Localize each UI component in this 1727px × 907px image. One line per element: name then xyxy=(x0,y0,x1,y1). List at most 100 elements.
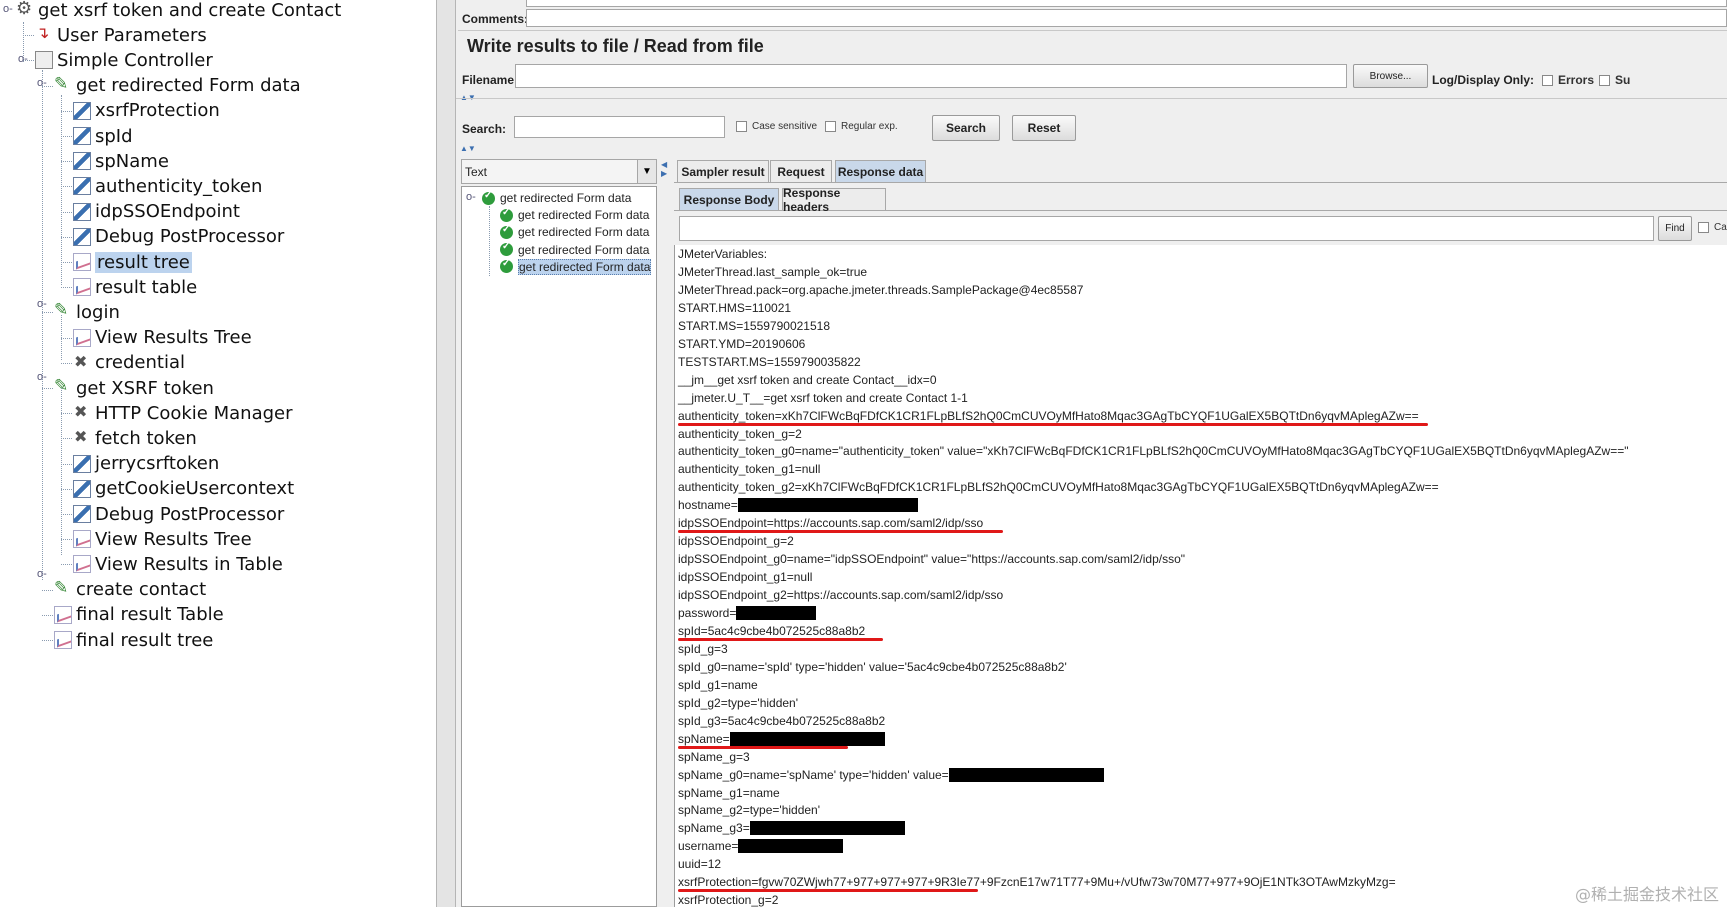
tree-connector xyxy=(61,211,72,213)
response-line-text: xsrfProtection_g=2 xyxy=(678,893,779,907)
tree-toggle-icon[interactable]: o- xyxy=(37,568,47,580)
comments-field[interactable] xyxy=(526,9,1727,27)
reset-button[interactable]: Reset xyxy=(1012,115,1076,141)
tree-item[interactable]: get XSRF token xyxy=(54,376,214,400)
panel-splitter[interactable] xyxy=(436,0,456,907)
search-button[interactable]: Search xyxy=(932,115,1000,141)
response-line-text: idpSSOEndpoint_g1=null xyxy=(678,570,813,585)
collapse-arrows-2[interactable]: ▲▼ xyxy=(460,144,476,153)
renderer-select[interactable]: Text ▼ xyxy=(461,159,657,184)
tree-item-label: result tree xyxy=(95,251,192,273)
find-input[interactable] xyxy=(679,216,1654,241)
tree-connector xyxy=(61,186,72,188)
tree-item[interactable]: Debug PostProcessor xyxy=(73,225,284,249)
response-line-text: spId_g2=type='hidden' xyxy=(678,695,799,710)
split-arrow-icon[interactable]: ◀ ▶ xyxy=(661,160,667,178)
tab-request[interactable]: Request xyxy=(770,160,832,182)
tree-item[interactable]: spName xyxy=(73,149,169,173)
successes-checkbox[interactable]: Su xyxy=(1599,73,1630,87)
tabs-underline xyxy=(674,182,1727,183)
errors-checkbox[interactable]: Errors xyxy=(1542,73,1594,87)
response-body-text[interactable]: JMeterVariables: JMeterThread.last_sample… xyxy=(674,245,1727,907)
response-line: xsrfProtection_g=2 xyxy=(678,891,778,907)
extractor-icon xyxy=(73,127,91,145)
tree-toggle-icon[interactable]: o- xyxy=(37,77,47,89)
tree-item[interactable]: get xsrf token and create Contact xyxy=(16,0,341,22)
tree-item-label: login xyxy=(76,301,120,323)
name-field[interactable] xyxy=(526,0,1727,7)
response-line-text: authenticity_token_g1=null xyxy=(678,462,821,477)
success-icon xyxy=(500,241,513,257)
response-line-text: spName_g1=name xyxy=(678,785,780,800)
tree-toggle-icon[interactable]: o- xyxy=(466,191,476,203)
regular-exp-checkbox[interactable]: Regular exp. xyxy=(825,121,898,132)
tree-connector xyxy=(23,35,34,37)
tree-toggle-icon[interactable]: o- xyxy=(18,53,28,65)
tree-item[interactable]: jerrycsrftoken xyxy=(73,452,219,476)
tree-item[interactable]: xsrfProtection xyxy=(73,99,220,123)
tree-item-label: getCookieUsercontext xyxy=(95,478,295,500)
response-line: START.YMD=20190606 xyxy=(678,335,805,353)
tree-item[interactable]: create contact xyxy=(54,578,206,602)
section-title: Write results to file / Read from file xyxy=(467,36,764,56)
sample-item[interactable]: get redirected Form data xyxy=(500,207,649,223)
tree-connector xyxy=(61,388,62,555)
response-line-text: idpSSOEndpoint_g=2 xyxy=(678,534,794,549)
response-line: spName_g1=name xyxy=(678,784,780,802)
tree-item[interactable]: login xyxy=(54,300,120,324)
tree-item[interactable]: fetch token xyxy=(73,426,197,450)
find-case-checkbox[interactable]: Case xyxy=(1698,222,1727,233)
tree-item[interactable]: User Parameters xyxy=(35,23,207,47)
case-sensitive-checkbox[interactable]: Case sensitive xyxy=(736,121,817,132)
tree-item-label: Debug PostProcessor xyxy=(95,226,285,248)
sample-root[interactable]: get redirected Form data xyxy=(482,190,631,206)
response-line-text: username= xyxy=(678,839,739,854)
tree-toggle-icon[interactable]: o- xyxy=(3,3,13,15)
tree-item[interactable]: View Results Tree xyxy=(73,527,252,551)
tree-item[interactable]: HTTP Cookie Manager xyxy=(73,401,293,425)
tree-item-label: credential xyxy=(95,352,185,374)
tree-item-label: View Results Tree xyxy=(95,528,252,550)
sample-item[interactable]: get redirected Form data xyxy=(500,258,652,275)
tree-item[interactable]: Debug PostProcessor xyxy=(73,502,284,526)
tree-item[interactable]: View Results Tree xyxy=(73,326,252,350)
tab-response-data[interactable]: Response data xyxy=(835,160,926,182)
sample-results-list[interactable]: get redirected Form data o-get redirected… xyxy=(461,186,657,907)
tree-connector xyxy=(489,206,490,276)
tree-item[interactable]: get redirected Form data xyxy=(54,74,301,98)
test-plan-tree[interactable]: get xsrf token and create Contact User Pa… xyxy=(0,0,435,907)
response-line-text: spId_g0=name='spId' type='hidden' value=… xyxy=(678,659,1067,674)
response-line-text: spId=5ac4c9cbe4b072525c88a8b2 xyxy=(678,623,866,638)
tree-item-label: get xsrf token and create Contact xyxy=(38,0,342,21)
find-button[interactable]: Find xyxy=(1658,216,1692,241)
tab-response-body[interactable]: Response Body xyxy=(679,188,779,210)
response-line-text: __jmeter.U_T__=get xsrf token and create… xyxy=(678,390,968,405)
response-line-text: idpSSOEndpoint_g0=name="idpSSOEndpoint" … xyxy=(678,552,1186,567)
tree-item[interactable]: credential xyxy=(73,351,185,375)
browse-button[interactable]: Browse... xyxy=(1353,64,1428,88)
response-line: authenticity_token_g2=xKh7ClFWcBqFDfCK1C… xyxy=(678,478,1439,496)
tree-item[interactable]: authenticity_token xyxy=(73,174,262,198)
search-input[interactable] xyxy=(514,116,725,138)
tree-item[interactable]: final result tree xyxy=(54,628,213,652)
tree-item[interactable]: Simple Controller xyxy=(35,48,213,72)
tree-item[interactable]: final result Table xyxy=(54,603,224,627)
tree-item[interactable]: spId xyxy=(73,124,133,148)
sample-item[interactable]: get redirected Form data xyxy=(500,241,649,258)
tree-item[interactable]: getCookieUsercontext xyxy=(73,477,294,501)
filename-input[interactable] xyxy=(515,64,1347,88)
tree-toggle-icon[interactable]: o- xyxy=(37,371,47,383)
tree-toggle-icon[interactable]: o- xyxy=(37,298,47,310)
tab-sampler-result[interactable]: Sampler result xyxy=(677,160,769,182)
tree-item[interactable]: idpSSOEndpoint xyxy=(73,200,240,224)
tree-item-label: jerrycsrftoken xyxy=(95,453,220,475)
response-line: spId_g3=5ac4c9cbe4b072525c88a8b2 xyxy=(678,712,885,730)
tree-item[interactable]: result table xyxy=(73,275,197,299)
tree-item[interactable]: View Results in Table xyxy=(73,552,283,576)
listener-icon xyxy=(73,328,91,347)
tab-response-headers[interactable]: Response headers xyxy=(782,186,886,214)
tree-item[interactable]: result tree xyxy=(73,250,192,274)
sample-item[interactable]: get redirected Form data xyxy=(500,224,649,240)
find-case-label: Case xyxy=(1714,222,1727,233)
sample-label: get redirected Form data xyxy=(518,225,650,240)
